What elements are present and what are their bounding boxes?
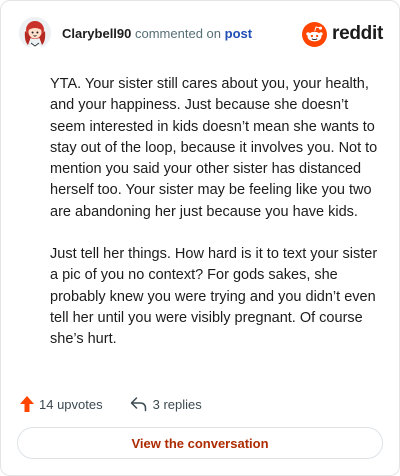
- comment-paragraph: Just tell her things. How hard is it to …: [50, 246, 378, 348]
- comment-embed-card: Clarybell90 commented on post reddit YTA…: [0, 0, 400, 476]
- reddit-logo-icon: [302, 21, 328, 47]
- username-link[interactable]: Clarybell90: [62, 26, 131, 41]
- comment-paragraph: YTA. Your sister still cares about you, …: [50, 76, 378, 220]
- comment-body: YTA. Your sister still cares about you, …: [50, 74, 380, 372]
- avatar[interactable]: [19, 17, 51, 49]
- reddit-wordmark: reddit: [332, 23, 383, 44]
- upvote-count: 14 upvotes: [39, 396, 103, 412]
- reply-count: 3 replies: [152, 396, 202, 412]
- reply-arrow-icon: [130, 397, 146, 412]
- upvotes-action[interactable]: 14 upvotes: [19, 395, 103, 413]
- replies-action[interactable]: 3 replies: [130, 396, 202, 412]
- avatar-illustration-icon: [19, 17, 51, 49]
- view-conversation-button[interactable]: View the conversation: [17, 427, 383, 459]
- action-text: commented on: [135, 26, 221, 41]
- comment-meta: Clarybell90 commented on post: [62, 26, 252, 41]
- comment-actions: 14 upvotes 3 replies: [19, 393, 202, 415]
- comment-header: Clarybell90 commented on post reddit: [19, 17, 383, 51]
- post-link[interactable]: post: [225, 26, 252, 41]
- reddit-brand[interactable]: reddit: [302, 21, 383, 47]
- upvote-arrow-icon: [20, 396, 34, 412]
